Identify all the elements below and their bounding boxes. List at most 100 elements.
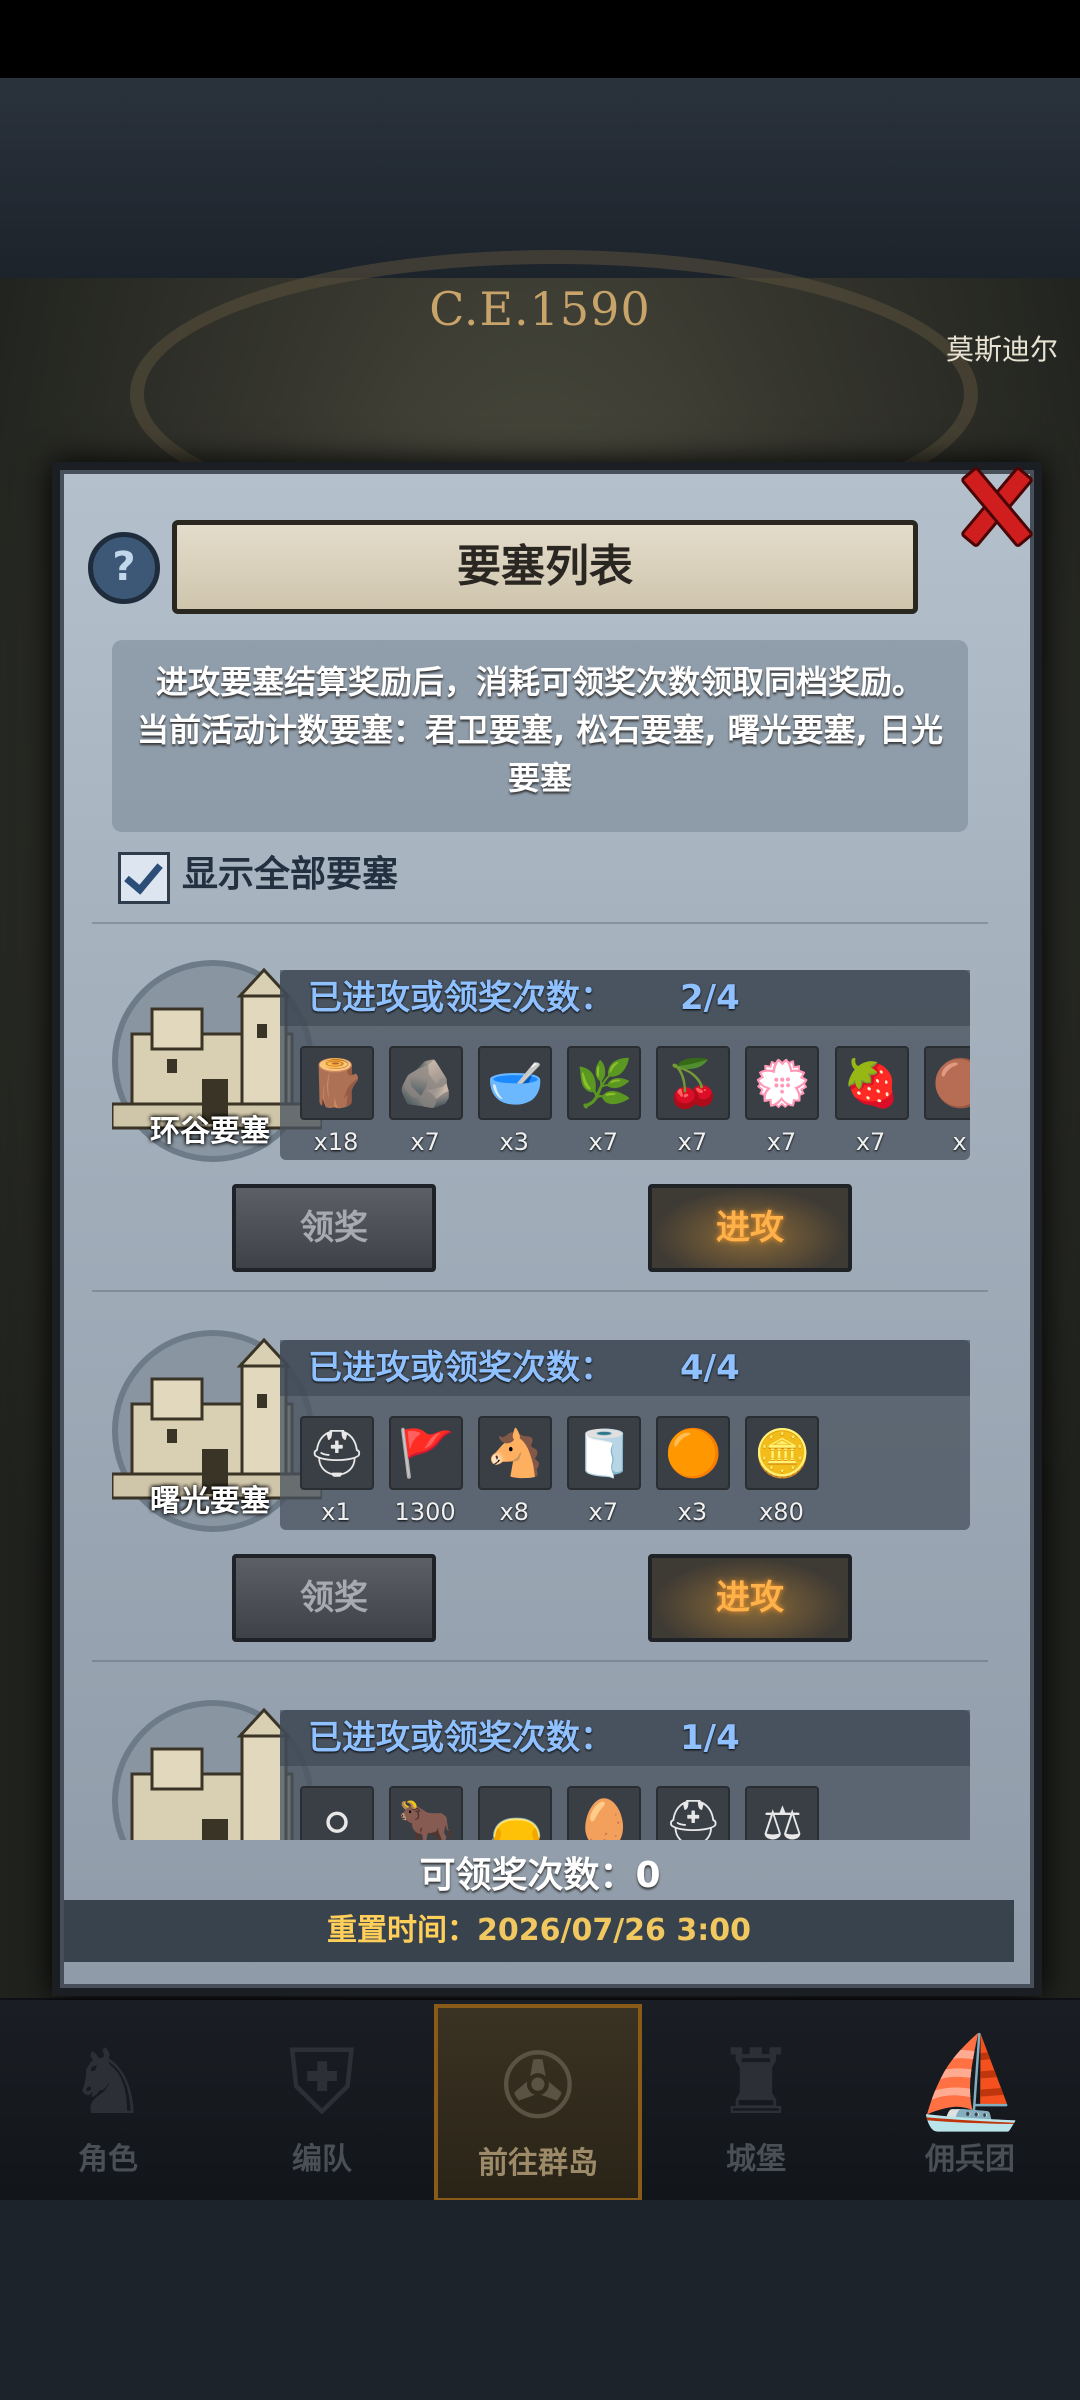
reward-item[interactable]: 🌿 x7 bbox=[567, 1046, 642, 1156]
reward-item[interactable]: 🧻 x7 bbox=[567, 1416, 642, 1526]
claim-button[interactable]: 领奖 bbox=[232, 1554, 436, 1642]
reward-qty: x1 bbox=[321, 1498, 351, 1526]
reward-item[interactable]: ⚪ bbox=[300, 1786, 374, 1840]
red-berries-icon: 🍒 bbox=[656, 1046, 731, 1120]
era-label: C.E.1590 bbox=[429, 282, 651, 336]
claim-count-line: 可领奖次数：0 bbox=[0, 1846, 1080, 1898]
nav-item-mercenaries[interactable]: ⛵ 佣兵团 bbox=[870, 2004, 1070, 2194]
reward-item[interactable]: 👝 bbox=[478, 1786, 553, 1840]
nav-item-character[interactable]: ♞ 角色 bbox=[8, 2004, 208, 2194]
iron-ore-icon: 🪨 bbox=[389, 1046, 464, 1120]
reward-item[interactable]: 🪨 x7 bbox=[389, 1046, 464, 1156]
reward-items[interactable]: ⚪ 🐂 👝 🥚 ⛑ ⚖ bbox=[300, 1786, 970, 1840]
holly-berries-icon: 🍓 bbox=[834, 1046, 909, 1120]
pearls-icon: ⚪ bbox=[300, 1786, 374, 1840]
top-header-bar bbox=[0, 78, 1080, 278]
bottom-filler bbox=[0, 2200, 1080, 2400]
reward-item[interactable]: ⛑ bbox=[656, 1786, 731, 1840]
divider bbox=[92, 1290, 988, 1292]
fortress-card: 曙光要塞 已进攻或领奖次数： 4/4 ⛑ x1 🚩 1300 🐴 x8 🧻 x7 🟠 x3… bbox=[60, 1310, 1020, 1680]
reward-qty: x3 bbox=[499, 1128, 529, 1156]
castle-icon: ♜ bbox=[715, 2030, 797, 2135]
close-icon[interactable] bbox=[952, 460, 1034, 542]
reward-item[interactable]: 🍒 x7 bbox=[656, 1046, 731, 1156]
reset-value: 2026/07/26 3:00 bbox=[477, 1913, 751, 1948]
count-header: 已进攻或领奖次数： 1/4 bbox=[280, 1710, 970, 1766]
info-line: 进攻要塞结算奖励后，消耗可领奖次数领取同档奖励。 bbox=[155, 663, 924, 701]
nav-item-formation[interactable]: ⛨ 编队 bbox=[222, 2004, 422, 2194]
fortress-card: 已进攻或领奖次数： 1/4 ⚪ 🐂 👝 🥚 ⛑ ⚖ bbox=[60, 1680, 1020, 1840]
count-label: 已进攻或领奖次数： bbox=[308, 1348, 614, 1388]
reward-item[interactable]: 🟠 x3 bbox=[656, 1416, 731, 1526]
reward-items[interactable]: 🪵x18 🪨x7 🥣x3 🌿x7 🍒x7 💮x7 🍓x7 🟤x bbox=[300, 1046, 970, 1156]
reward-items[interactable]: ⛑ x1 🚩 1300 🐴 x8 🧻 x7 🟠 x3 🪙 x80 bbox=[300, 1416, 970, 1526]
reward-item[interactable]: 🪙 x80 bbox=[745, 1416, 820, 1526]
count-label: 已进攻或领奖次数： bbox=[308, 1718, 614, 1758]
helmet-icon: ⛨ bbox=[288, 2030, 356, 2135]
reward-item[interactable]: 🥣 x3 bbox=[478, 1046, 553, 1156]
reset-time-bar: 重置时间：2026/07/26 3:00 bbox=[64, 1900, 1014, 1962]
reward-item[interactable]: ⚖ bbox=[745, 1786, 820, 1840]
count-value: 1/4 bbox=[680, 1718, 740, 1758]
fortress-list[interactable]: 环谷要塞 已进攻或领奖次数： 2/4 🪵 x18 🪨 x7 🥣 x3 🌿 x7 🍒 x7 … bbox=[60, 940, 1020, 1840]
reward-item[interactable]: 🍓 x7 bbox=[834, 1046, 909, 1156]
knight-icon: ♞ bbox=[67, 2030, 149, 2135]
info-line: 要塞 bbox=[507, 759, 572, 797]
reward-qty: x7 bbox=[677, 1128, 708, 1156]
divider bbox=[92, 922, 988, 924]
gold-coin-icon: 🪙 bbox=[745, 1416, 820, 1490]
reward-item[interactable]: 🐂 bbox=[389, 1786, 464, 1840]
bronze-item-icon: 🟤 bbox=[923, 1046, 970, 1120]
reward-item[interactable]: ⛑ x1 bbox=[300, 1416, 374, 1526]
reward-qty: x7 bbox=[588, 1128, 619, 1156]
reward-qty: x18 bbox=[313, 1128, 359, 1156]
ship-icon: ⛵ bbox=[913, 2030, 1027, 2135]
count-value: 4/4 bbox=[680, 1348, 740, 1388]
nav-label: 编队 bbox=[292, 2142, 352, 2177]
reward-item[interactable]: 🪵 x18 bbox=[300, 1046, 374, 1156]
herb-sprig-icon: 🌿 bbox=[567, 1046, 642, 1120]
reward-item[interactable]: 🚩 1300 bbox=[389, 1416, 464, 1526]
attack-button[interactable]: 进攻 bbox=[648, 1554, 852, 1642]
reward-qty: x3 bbox=[677, 1498, 708, 1526]
count-header: 已进攻或领奖次数： 4/4 bbox=[280, 1340, 970, 1396]
nav-label: 城堡 bbox=[726, 2142, 786, 2177]
reward-qty: x bbox=[952, 1128, 967, 1156]
reward-item[interactable]: 🐴 x8 bbox=[478, 1416, 553, 1526]
ox-icon: 🐂 bbox=[389, 1786, 464, 1840]
attack-button[interactable]: 进攻 bbox=[648, 1184, 852, 1272]
info-text-box: 进攻要塞结算奖励后，消耗可领奖次数领取同档奖励。 当前活动计数要塞：君卫要塞, … bbox=[112, 640, 968, 832]
nav-label: 前往群岛 bbox=[478, 2146, 598, 2181]
status-bar-area bbox=[0, 0, 1080, 78]
nav-item-islands[interactable]: ✇ 前往群岛 bbox=[434, 2004, 642, 2202]
reward-band: 已进攻或领奖次数： 1/4 ⚪ 🐂 👝 🥚 ⛑ ⚖ bbox=[280, 1710, 970, 1840]
show-all-label[interactable]: 显示全部要塞 bbox=[182, 852, 398, 898]
reward-qty: 1300 bbox=[394, 1498, 456, 1526]
fortress-card: 环谷要塞 已进攻或领奖次数： 2/4 🪵 x18 🪨 x7 🥣 x3 🌿 x7 🍒 x7 … bbox=[60, 940, 1020, 1310]
count-label: 已进攻或领奖次数： bbox=[308, 978, 614, 1018]
show-all-checkbox[interactable] bbox=[118, 852, 170, 904]
reward-item[interactable]: 🥚 bbox=[567, 1786, 642, 1840]
town-label: 莫斯迪尔 bbox=[945, 333, 1058, 366]
white-flowers-icon: 💮 bbox=[745, 1046, 820, 1120]
reward-item[interactable]: 💮 x7 bbox=[745, 1046, 820, 1156]
help-icon[interactable]: ? bbox=[88, 532, 160, 604]
knight-helmet-icon: ⛑ bbox=[300, 1416, 374, 1490]
reward-qty: x8 bbox=[499, 1498, 529, 1526]
compass-icon: ✇ bbox=[500, 2034, 576, 2139]
reward-qty: x7 bbox=[410, 1128, 440, 1156]
nav-item-castle[interactable]: ♜ 城堡 bbox=[656, 2004, 856, 2194]
dialog-title: 要塞列表 bbox=[172, 520, 918, 614]
reward-qty: x7 bbox=[766, 1128, 797, 1156]
claim-count-value: 0 bbox=[635, 1855, 661, 1896]
red-banner-icon: 🚩 bbox=[389, 1416, 464, 1490]
reward-item[interactable]: 🟤x bbox=[923, 1046, 970, 1156]
reward-qty: x7 bbox=[855, 1128, 886, 1156]
claim-button[interactable]: 领奖 bbox=[232, 1184, 436, 1272]
count-header: 已进攻或领奖次数： 2/4 bbox=[280, 970, 970, 1026]
info-line: 当前活动计数要塞：君卫要塞, 松石要塞, 曙光要塞, 日光 bbox=[137, 711, 943, 749]
reward-band: 已进攻或领奖次数： 2/4 🪵 x18 🪨 x7 🥣 x3 🌿 x7 🍒 x7 💮 x7 🍓… bbox=[280, 970, 970, 1160]
reset-label: 重置时间： bbox=[327, 1913, 477, 1948]
nav-label: 佣兵团 bbox=[925, 2142, 1015, 2177]
wood-log-icon: 🪵 bbox=[300, 1046, 374, 1120]
